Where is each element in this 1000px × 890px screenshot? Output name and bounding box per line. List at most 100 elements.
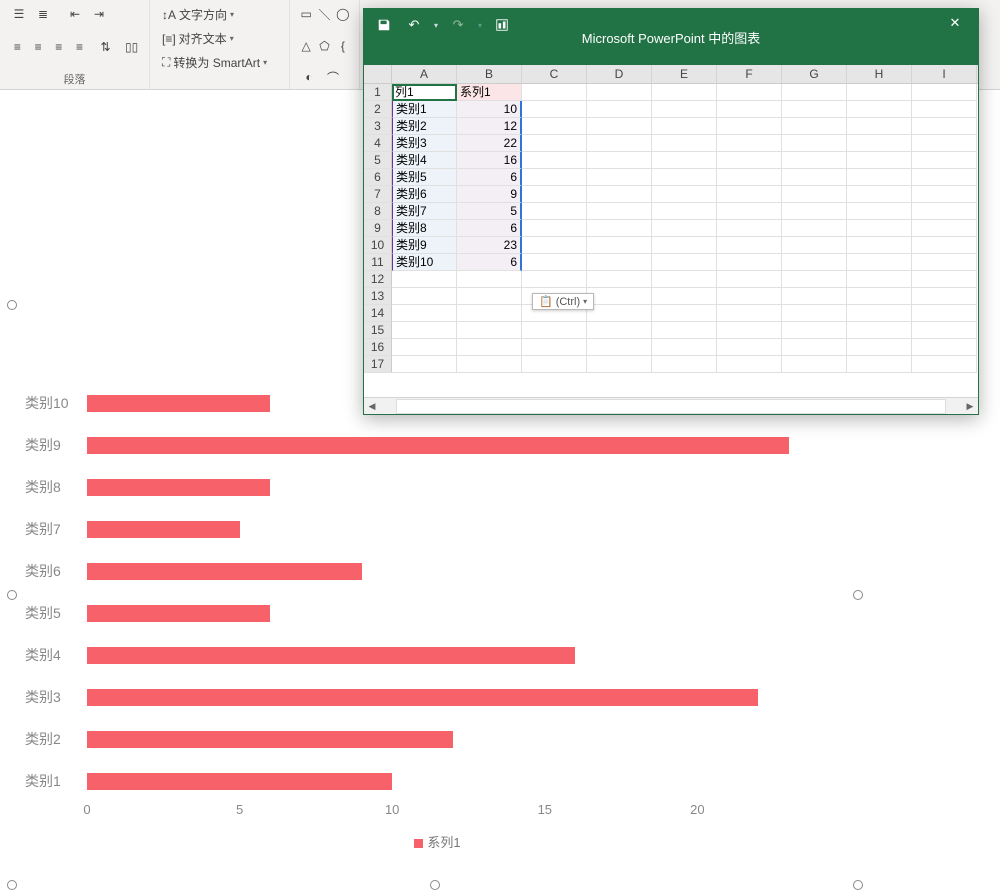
bar[interactable] bbox=[87, 647, 575, 664]
bar[interactable] bbox=[87, 773, 392, 790]
cell[interactable] bbox=[522, 84, 587, 101]
shape-line-button[interactable]: ＼ bbox=[316, 4, 332, 24]
shape-oval-button[interactable]: ◯ bbox=[335, 4, 351, 24]
cell[interactable] bbox=[587, 305, 652, 322]
undo-button[interactable]: ↶ bbox=[404, 15, 424, 35]
cell[interactable] bbox=[912, 101, 977, 118]
cell[interactable] bbox=[782, 356, 847, 373]
cell[interactable] bbox=[652, 118, 717, 135]
cell[interactable] bbox=[717, 169, 782, 186]
cell[interactable] bbox=[587, 135, 652, 152]
cell[interactable] bbox=[522, 186, 587, 203]
cell[interactable] bbox=[782, 101, 847, 118]
cell[interactable]: 类别8 bbox=[392, 220, 457, 237]
align-right-button[interactable]: ≡ bbox=[49, 37, 68, 57]
cell[interactable] bbox=[652, 169, 717, 186]
cell[interactable] bbox=[587, 118, 652, 135]
shape-misc-button[interactable]: ◐ bbox=[298, 67, 320, 87]
bar[interactable] bbox=[87, 521, 240, 538]
cell[interactable] bbox=[587, 339, 652, 356]
cell[interactable]: 类别5 bbox=[392, 169, 457, 186]
bullets-button[interactable]: ☰ bbox=[8, 4, 30, 24]
excel-titlebar[interactable]: ↶▾ ↷▾ Microsoft PowerPoint 中的图表 ✕ bbox=[364, 9, 978, 65]
cell[interactable] bbox=[587, 186, 652, 203]
close-button[interactable]: ✕ bbox=[932, 9, 978, 37]
save-button[interactable] bbox=[374, 15, 394, 35]
cell[interactable] bbox=[912, 339, 977, 356]
increase-indent-button[interactable]: ⇥ bbox=[88, 4, 110, 24]
cell[interactable] bbox=[522, 135, 587, 152]
cell[interactable] bbox=[912, 356, 977, 373]
cell[interactable] bbox=[847, 186, 912, 203]
row-header[interactable]: 15 bbox=[364, 322, 392, 339]
paste-options-button[interactable]: 📋 (Ctrl) ▾ bbox=[532, 293, 594, 310]
cell[interactable] bbox=[652, 339, 717, 356]
column-header[interactable]: E bbox=[652, 65, 717, 83]
cell[interactable]: 类别1 bbox=[392, 101, 457, 118]
cell[interactable] bbox=[782, 203, 847, 220]
cell[interactable] bbox=[522, 220, 587, 237]
cell[interactable] bbox=[717, 271, 782, 288]
cell[interactable]: 6 bbox=[457, 220, 522, 237]
cell[interactable] bbox=[457, 339, 522, 356]
cell[interactable] bbox=[522, 203, 587, 220]
cell[interactable] bbox=[912, 118, 977, 135]
row-header[interactable]: 12 bbox=[364, 271, 392, 288]
cell[interactable] bbox=[717, 101, 782, 118]
cell[interactable] bbox=[847, 271, 912, 288]
row-header[interactable]: 7 bbox=[364, 186, 392, 203]
cell[interactable] bbox=[652, 271, 717, 288]
cell[interactable] bbox=[652, 84, 717, 101]
cell[interactable] bbox=[782, 322, 847, 339]
cell[interactable] bbox=[587, 152, 652, 169]
cell[interactable] bbox=[392, 288, 457, 305]
resize-handle[interactable] bbox=[853, 880, 863, 890]
cell[interactable] bbox=[587, 220, 652, 237]
cell[interactable]: 类别4 bbox=[392, 152, 457, 169]
cell[interactable] bbox=[717, 152, 782, 169]
cell[interactable] bbox=[847, 237, 912, 254]
cell[interactable] bbox=[392, 305, 457, 322]
cell[interactable] bbox=[587, 169, 652, 186]
bar[interactable] bbox=[87, 605, 270, 622]
cell[interactable]: 类别7 bbox=[392, 203, 457, 220]
cell[interactable]: 列1 bbox=[392, 84, 457, 101]
cell[interactable] bbox=[912, 254, 977, 271]
cell[interactable]: 类别9 bbox=[392, 237, 457, 254]
column-header[interactable]: B bbox=[457, 65, 522, 83]
line-spacing-button[interactable]: ⇅ bbox=[96, 37, 115, 57]
text-direction-button[interactable]: ↕A 文字方向 ▾ bbox=[158, 4, 281, 25]
cell[interactable] bbox=[522, 152, 587, 169]
cell[interactable] bbox=[782, 135, 847, 152]
cell[interactable] bbox=[782, 339, 847, 356]
cell[interactable]: 23 bbox=[457, 237, 522, 254]
cell[interactable] bbox=[522, 237, 587, 254]
cell[interactable] bbox=[652, 305, 717, 322]
cell[interactable] bbox=[782, 288, 847, 305]
cell[interactable] bbox=[522, 356, 587, 373]
column-header[interactable]: A bbox=[392, 65, 457, 83]
cell[interactable] bbox=[847, 203, 912, 220]
cell[interactable] bbox=[782, 220, 847, 237]
row-header[interactable]: 11 bbox=[364, 254, 392, 271]
cell[interactable] bbox=[847, 339, 912, 356]
cell[interactable]: 类别6 bbox=[392, 186, 457, 203]
row-header[interactable]: 10 bbox=[364, 237, 392, 254]
cell[interactable] bbox=[847, 220, 912, 237]
cell[interactable] bbox=[652, 186, 717, 203]
cell[interactable] bbox=[912, 220, 977, 237]
cell[interactable] bbox=[587, 288, 652, 305]
cell[interactable] bbox=[522, 322, 587, 339]
cell[interactable] bbox=[587, 356, 652, 373]
cell[interactable] bbox=[587, 271, 652, 288]
cell[interactable] bbox=[717, 288, 782, 305]
cell[interactable] bbox=[847, 152, 912, 169]
cell[interactable]: 22 bbox=[457, 135, 522, 152]
cell[interactable] bbox=[652, 220, 717, 237]
numbering-button[interactable]: ≣ bbox=[32, 4, 54, 24]
cell[interactable] bbox=[717, 254, 782, 271]
cell[interactable] bbox=[717, 237, 782, 254]
cell[interactable] bbox=[912, 271, 977, 288]
row-header[interactable]: 16 bbox=[364, 339, 392, 356]
cell[interactable] bbox=[717, 186, 782, 203]
